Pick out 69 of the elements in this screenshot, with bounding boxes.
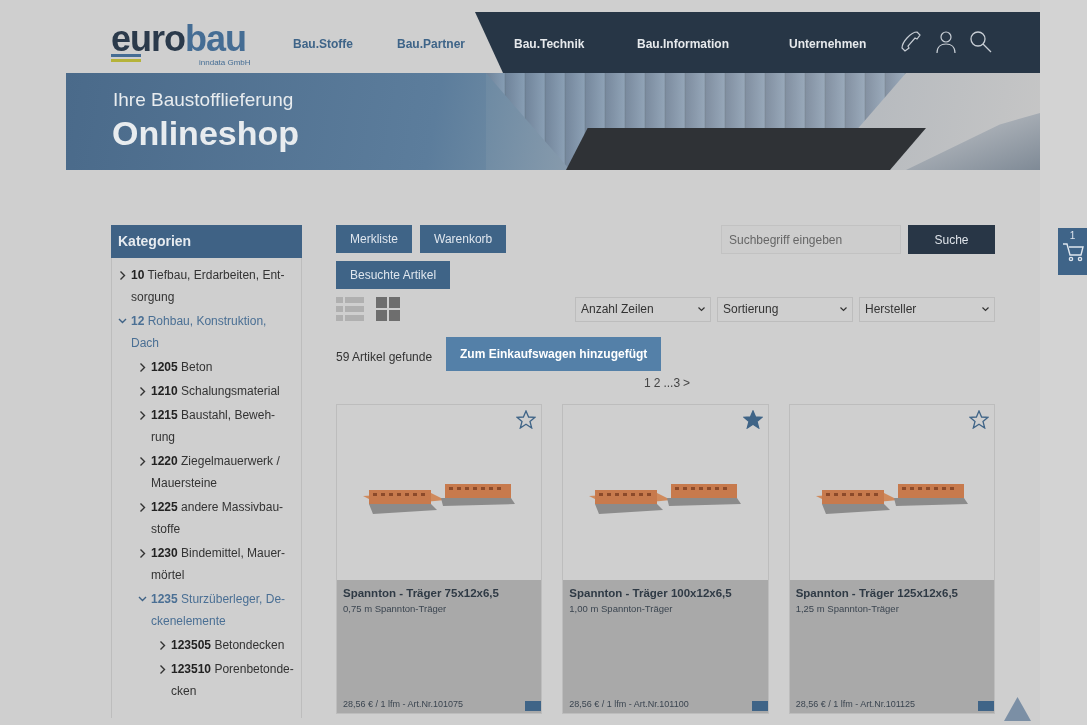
logo-stripes-icon <box>111 53 141 64</box>
product-subtitle: 1,00 m Spannton-Träger <box>569 602 674 617</box>
toast-message: Zum Einkaufswagen hinzugefügt <box>446 337 662 371</box>
product-title: Spannton - Träger 125x12x6,5 <box>795 586 959 601</box>
page-link[interactable]: ...3 <box>663 374 681 392</box>
nav-link[interactable]: Bau.Information <box>637 35 729 53</box>
nav-link[interactable]: Bau.Technik <box>514 35 585 53</box>
search-field[interactable]: Suchbegriff eingeben <box>721 225 901 254</box>
chevron-right-icon[interactable] <box>158 640 167 651</box>
page-link[interactable]: 2 <box>653 374 661 392</box>
product-price: 28,56 € / 1 lfm - Art.Nr.101100 <box>569 697 689 711</box>
category-link[interactable]: 1235 Sturzüberleger, De-ckenelemente <box>151 588 295 632</box>
chevron-right-icon[interactable] <box>138 548 147 559</box>
toolbar-button[interactable]: Merkliste <box>336 225 412 253</box>
chevron-right-icon[interactable] <box>158 664 167 675</box>
category-link[interactable]: 123505 Betondecken <box>171 634 295 656</box>
product-price: 28,56 € / 1 lfm - Art.Nr.101075 <box>343 697 464 711</box>
toolbar-button[interactable]: Warenkorb <box>420 225 507 253</box>
product-title: Spannton - Träger 75x12x6,5 <box>343 586 500 601</box>
banner-title: Onlineshop <box>112 113 299 154</box>
page-link[interactable]: > <box>683 374 691 392</box>
user-icon[interactable] <box>936 30 956 54</box>
cart-button[interactable] <box>751 701 768 711</box>
toolbar-button[interactable]: Besuchte Artikel <box>336 261 451 289</box>
cart-icon <box>1061 242 1084 262</box>
category-link[interactable]: 1215 Baustahl, Beweh-rung <box>151 404 295 448</box>
cart-tab[interactable]: 1 <box>1058 228 1087 275</box>
page-link[interactable]: 1 <box>644 374 651 392</box>
product-subtitle: 0,75 m Spannton-Träger <box>343 602 448 617</box>
chevron-right-icon[interactable] <box>118 270 127 281</box>
chevron-right-icon[interactable] <box>138 502 147 513</box>
category-link[interactable]: 1210 Schalungsmaterial <box>151 380 295 402</box>
banner-subtitle: Ihre Baustofflieferung <box>113 88 294 112</box>
category-link[interactable]: 123510 Porenbetonde-cken <box>171 658 295 702</box>
category-link[interactable]: 12 Rohbau, Konstruktion, Dach <box>131 310 295 354</box>
chevron-down-icon <box>840 306 847 312</box>
nav-link[interactable]: Bau.Stoffe <box>293 35 353 53</box>
product-card[interactable]: Spannton - Träger 75x12x6,5 0,75 m Spannton-Träger 28,56 € / 1 lfm - Art.Nr.101075 <box>336 404 543 714</box>
cart-button[interactable] <box>525 701 542 711</box>
nav-link[interactable]: Unternehmen <box>789 35 867 53</box>
chevron-right-icon[interactable] <box>138 410 147 421</box>
search-button[interactable]: Suche <box>908 225 995 254</box>
dropdown[interactable]: Anzahl Zeilen <box>575 296 711 322</box>
search-icon[interactable] <box>970 31 992 53</box>
star-icon[interactable] <box>969 410 989 429</box>
chevron-down-icon <box>698 306 705 312</box>
result-count: 59 Artikel gefunde <box>336 349 433 366</box>
category-link[interactable]: 1205 Beton <box>151 356 295 378</box>
phone-icon[interactable] <box>900 30 922 54</box>
star-icon[interactable] <box>516 410 537 429</box>
product-subtitle: 1,25 m Spannton-Träger <box>795 602 900 617</box>
sidebar-heading: Kategorien <box>111 225 302 258</box>
cart-count: 1 <box>1069 230 1076 242</box>
category-link[interactable]: 1225 andere Massivbau-stoffe <box>151 496 295 540</box>
category-link[interactable]: 10 Tiefbau, Erdarbeiten, Ent-sorgung <box>131 264 295 308</box>
chevron-down-icon <box>982 306 989 312</box>
dropdown[interactable]: Sortierung <box>717 296 853 322</box>
product-price: 28,56 € / 1 lfm - Art.Nr.101125 <box>795 697 916 711</box>
product-card[interactable]: Spannton - Träger 125x12x6,5 1,25 m Spannton-Träger 28,56 € / 1 lfm - Art.Nr.101125 <box>788 404 995 714</box>
product-card[interactable]: Spannton - Träger 100x12x6,5 1,00 m Spannton-Träger 28,56 € / 1 lfm - Art.Nr.101100 <box>562 404 769 714</box>
chevron-right-icon[interactable] <box>138 362 147 373</box>
chevron-right-icon[interactable] <box>138 386 147 397</box>
product-title: Spannton - Träger 100x12x6,5 <box>569 586 733 601</box>
chevron-right-icon[interactable] <box>138 456 147 467</box>
grid-view-icon[interactable] <box>376 296 400 321</box>
dropdown[interactable]: Hersteller <box>859 296 995 322</box>
category-link[interactable]: 1230 Bindemittel, Mauer-mörtel <box>151 542 295 586</box>
nav-link[interactable]: Bau.Partner <box>397 35 466 53</box>
star-icon[interactable] <box>742 410 763 429</box>
